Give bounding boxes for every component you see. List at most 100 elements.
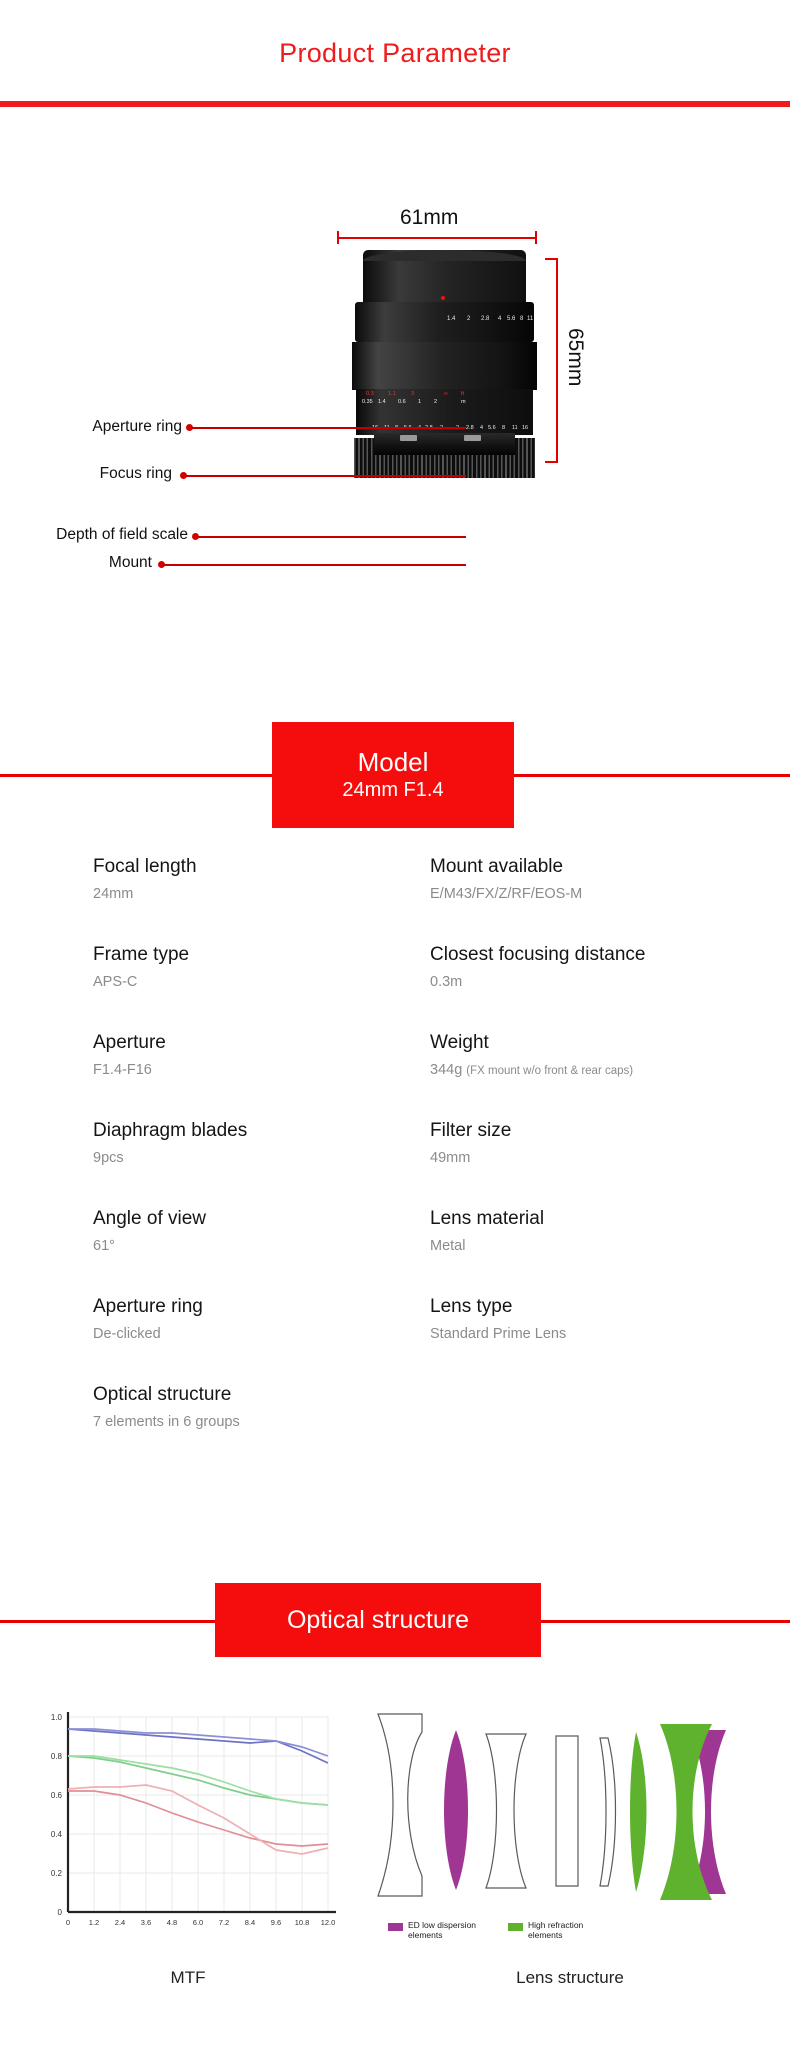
spec-label: Aperture xyxy=(93,1032,166,1053)
dof-distance-mark: 0.6 xyxy=(398,399,406,405)
spec-item-lens-type: Lens type Standard Prime Lens xyxy=(430,1295,566,1345)
lens-callout-diagram: 61mm 65mm 1.4 2 2.8 4 5.6 8 11 0.3 1.1 3… xyxy=(0,190,790,640)
optical-structure-banner-section: Optical structure xyxy=(0,1575,790,1665)
lens-structure-svg xyxy=(377,1713,726,1900)
svg-text:0.6: 0.6 xyxy=(51,1791,63,1800)
legend-item-ed: ED low dispersion elements xyxy=(388,1920,486,1940)
page-title: Product Parameter xyxy=(279,38,511,68)
ed-swatch-icon xyxy=(388,1923,403,1931)
dof-ft-mark: ft xyxy=(461,391,465,397)
aperture-mark: 1.4 xyxy=(447,316,456,322)
dof-red-mark: 3 xyxy=(411,391,415,397)
callout-line-depth-of-field-scale xyxy=(197,536,466,538)
spec-value: 49mm xyxy=(430,1150,471,1166)
dof-red-mark: 1.1 xyxy=(388,391,396,397)
lens-structure-diagram: ED low dispersion elements High refracti… xyxy=(360,1690,780,2050)
lens-mount xyxy=(374,433,515,455)
spec-value-main: 344g xyxy=(430,1062,463,1078)
lens-element-3 xyxy=(485,1733,527,1889)
spec-label: Closest focusing distance xyxy=(430,944,646,965)
svg-text:6.0: 6.0 xyxy=(193,1918,203,1927)
svg-text:10.8: 10.8 xyxy=(295,1918,310,1927)
width-dimension-line xyxy=(337,237,537,239)
aperture-mark: 2 xyxy=(467,316,471,322)
spec-item-weight: Weight 344g (FX mount w/o front & rear c… xyxy=(430,1031,633,1082)
dof-aperture-mark: 8 xyxy=(502,425,506,431)
legend-label: High refraction elements xyxy=(528,1920,584,1940)
spec-value: E/M43/FX/Z/RF/EOS-M xyxy=(430,886,583,902)
spec-value: Standard Prime Lens xyxy=(430,1326,567,1342)
spec-label: Lens material xyxy=(430,1208,545,1229)
spec-item-diaphragm-blades: Diaphragm blades 9pcs xyxy=(93,1119,247,1169)
dof-aperture-mark: 2.8 xyxy=(466,425,474,431)
spec-value: 24mm xyxy=(93,886,134,902)
spec-label: Mount available xyxy=(430,856,564,877)
spec-label: Angle of view xyxy=(93,1208,207,1229)
lens-element-6-high-refraction xyxy=(630,1732,647,1892)
spec-item-angle-of-view: Angle of view 61° xyxy=(93,1207,206,1257)
mtf-caption: MTF xyxy=(170,1968,206,1987)
dof-distance-mark: 2 xyxy=(434,399,438,405)
model-banner-section: Model 24mm F1.4 xyxy=(0,700,790,840)
lens-element-5 xyxy=(599,1737,617,1887)
svg-text:7.2: 7.2 xyxy=(219,1918,229,1927)
spec-value: 344g (FX mount w/o front & rear caps) xyxy=(430,1059,633,1082)
spec-value: 0.3m xyxy=(430,974,463,990)
spec-value: F1.4-F16 xyxy=(93,1062,152,1078)
spec-item-focal-length: Focal length 24mm xyxy=(93,855,197,905)
spec-row: Diaphragm blades 9pcs Filter size 49mm xyxy=(0,1119,790,1207)
dof-m-mark: m xyxy=(461,399,466,405)
svg-text:3.6: 3.6 xyxy=(141,1918,151,1927)
svg-text:4.8: 4.8 xyxy=(167,1918,177,1927)
height-dimension-label: 65mm xyxy=(564,328,587,387)
mount-tab xyxy=(464,435,481,441)
height-dimension-line xyxy=(556,258,558,463)
dof-aperture-mark: 5.6 xyxy=(488,425,496,431)
aperture-mark: 11 xyxy=(527,316,534,322)
legend-item-high-refraction: High refraction elements xyxy=(508,1920,606,1940)
callout-line-aperture-ring xyxy=(191,427,466,429)
width-dimension-cap-right xyxy=(535,231,537,244)
width-dimension-cap-left xyxy=(337,231,339,244)
spec-label: Lens type xyxy=(430,1296,513,1317)
mtf-y-tick-labels: 1.0 0.8 0.6 0.4 0.2 0 xyxy=(51,1713,63,1917)
aperture-index-dot xyxy=(441,296,445,300)
spec-row: Aperture ring De-clicked Lens type Stand… xyxy=(0,1295,790,1383)
lens-aperture-ring: 1.4 2 2.8 4 5.6 8 11 xyxy=(355,302,534,388)
spec-value-note: (FX mount w/o front & rear caps) xyxy=(466,1065,634,1077)
svg-text:0.2: 0.2 xyxy=(51,1869,63,1878)
spec-row: Aperture F1.4-F16 Weight 344g (FX mount … xyxy=(0,1031,790,1119)
svg-text:8.4: 8.4 xyxy=(245,1918,255,1927)
spec-label: Focal length xyxy=(93,856,197,877)
specification-list: Focal length 24mm Mount available E/M43/… xyxy=(0,855,790,1471)
lens-element-1 xyxy=(377,1713,423,1897)
mtf-chart: 1.0 0.8 0.6 0.4 0.2 0 0 1.2 2.4 3.6 4.8 … xyxy=(28,1690,348,2050)
header-divider xyxy=(0,101,790,107)
height-dimension-cap-top xyxy=(545,258,558,260)
spec-row: Angle of view 61° Lens material Metal xyxy=(0,1207,790,1295)
model-badge: Model 24mm F1.4 xyxy=(272,722,514,828)
spec-row: Optical structure 7 elements in 6 groups xyxy=(0,1383,790,1471)
callout-label-mount: Mount xyxy=(108,554,152,571)
mount-tab xyxy=(400,435,417,441)
spec-item-aperture: Aperture F1.4-F16 xyxy=(93,1031,166,1081)
svg-text:0.4: 0.4 xyxy=(51,1830,63,1839)
spec-row: Frame type APS-C Closest focusing distan… xyxy=(0,943,790,1031)
aperture-mark: 5.6 xyxy=(507,316,516,322)
spec-row: Focal length 24mm Mount available E/M43/… xyxy=(0,855,790,943)
spec-item-lens-material: Lens material Metal xyxy=(430,1207,544,1257)
spec-item-aperture-ring: Aperture ring De-clicked xyxy=(93,1295,203,1345)
spec-value: 61° xyxy=(93,1238,115,1254)
callout-label-focus-ring: Focus ring xyxy=(99,465,172,482)
dof-red-mark: 0.3 xyxy=(366,391,374,397)
dof-distance-mark: 0.35 xyxy=(362,399,373,405)
svg-text:2.4: 2.4 xyxy=(115,1918,125,1927)
spec-item-closest-focusing-distance: Closest focusing distance 0.3m xyxy=(430,943,645,993)
optical-structure-badge: Optical structure xyxy=(215,1583,541,1657)
spec-item-optical-structure: Optical structure 7 elements in 6 groups xyxy=(93,1383,240,1433)
spec-label: Aperture ring xyxy=(93,1296,203,1317)
aperture-mark: 8 xyxy=(520,316,524,322)
spec-value: 9pcs xyxy=(93,1150,124,1166)
dof-aperture-mark: 11 xyxy=(512,425,518,431)
dof-distance-mark: 1.4 xyxy=(378,399,386,405)
